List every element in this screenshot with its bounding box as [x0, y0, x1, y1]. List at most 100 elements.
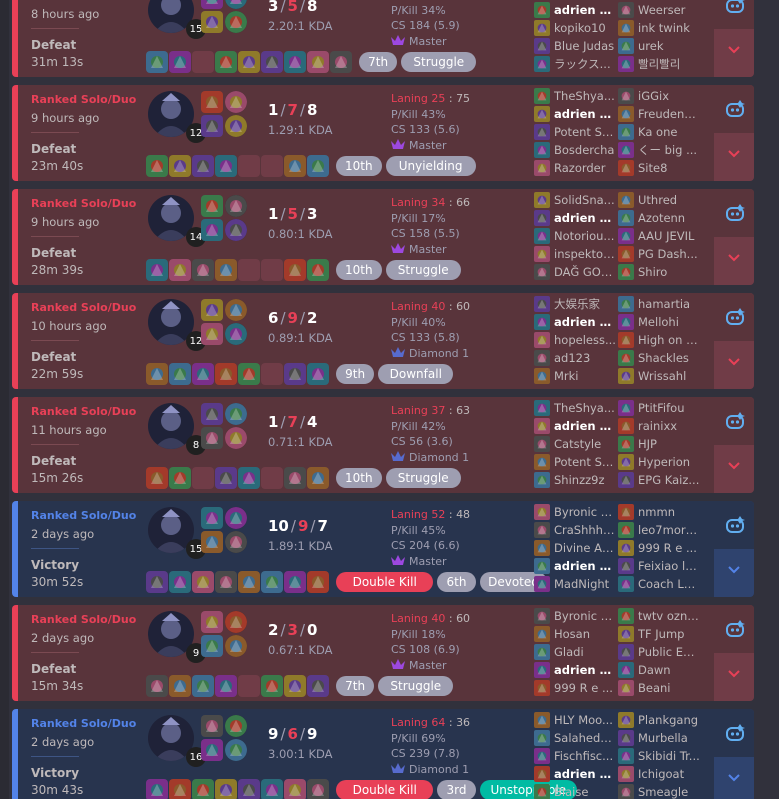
player-name[interactable]: adrien ag... [554, 767, 616, 781]
item-slot[interactable] [284, 675, 306, 697]
item-slot[interactable] [284, 259, 306, 281]
player-name[interactable]: Hosan [554, 627, 616, 641]
item-slot[interactable] [192, 259, 214, 281]
player-name[interactable]: Plankgang [638, 713, 700, 727]
player-entry[interactable]: TF Jump [618, 625, 700, 643]
ai-robot-icon[interactable] [724, 619, 746, 639]
player-entry[interactable]: DAĞ GOR... [534, 263, 616, 281]
item-slot[interactable] [284, 155, 306, 177]
item-slot[interactable] [307, 51, 329, 73]
player-entry[interactable]: adrien ag... [534, 765, 616, 783]
chevron-down-icon[interactable] [726, 145, 742, 158]
ai-robot-icon[interactable] [724, 307, 746, 327]
player-name[interactable]: High on E... [638, 333, 700, 347]
player-name[interactable]: 大娱乐家 [554, 296, 616, 312]
player-name[interactable]: ラックス... [554, 56, 616, 72]
item-slot[interactable] [261, 779, 283, 799]
item-slot[interactable] [261, 363, 283, 385]
player-name[interactable]: ad123 [554, 351, 616, 365]
player-entry[interactable]: Freudenh... [618, 105, 700, 123]
player-name[interactable]: hamartia [638, 297, 700, 311]
ai-robot-icon[interactable] [724, 0, 746, 15]
player-entry[interactable]: Salahedd... [534, 729, 616, 747]
item-slot[interactable] [238, 467, 260, 489]
item-slot[interactable] [307, 467, 329, 489]
player-entry[interactable]: ad123 [534, 349, 616, 367]
item-slot[interactable] [284, 779, 306, 799]
player-entry[interactable]: hamartia [618, 295, 700, 313]
player-entry[interactable]: Blue Judas [534, 37, 616, 55]
chevron-down-icon[interactable] [726, 665, 742, 678]
player-entry[interactable]: kopiko10 [534, 19, 616, 37]
item-slot[interactable] [169, 155, 191, 177]
player-entry[interactable]: leo7morais [618, 521, 700, 539]
player-name[interactable]: Potent St... [554, 125, 616, 139]
player-name[interactable]: AAU JEVIL [638, 229, 700, 243]
player-name[interactable]: adrien ag... [554, 559, 616, 573]
player-entry[interactable]: Hyperion [618, 453, 700, 471]
player-name[interactable]: 999 R e ... [638, 541, 700, 555]
player-name[interactable]: Ichigoat [638, 767, 700, 781]
player-entry[interactable]: Uthred [618, 191, 700, 209]
player-entry[interactable]: MadNight [534, 575, 616, 593]
player-entry[interactable]: 999 R e ... [534, 679, 616, 697]
ai-robot-icon[interactable] [724, 411, 746, 431]
item-slot[interactable] [146, 155, 168, 177]
player-entry[interactable]: Dawn [618, 661, 700, 679]
player-name[interactable]: TheShya... [554, 401, 616, 415]
item-slot[interactable] [307, 779, 329, 799]
player-name[interactable]: Smeagle [638, 785, 700, 799]
player-name[interactable]: Mellohi [638, 315, 700, 329]
player-entry[interactable]: Mrki [534, 367, 616, 385]
item-slot[interactable] [146, 259, 168, 281]
match-card[interactable]: Ranked Solo/Duo 10 hours ago Defeat 22m 59s… [12, 293, 754, 389]
player-name[interactable]: PG Dash... [638, 247, 700, 261]
player-name[interactable]: Dawn [638, 663, 700, 677]
player-name[interactable]: Byronic H... [554, 609, 616, 623]
player-entry[interactable]: Potent St... [534, 123, 616, 141]
item-slot[interactable] [169, 259, 191, 281]
player-entry[interactable]: Beani [618, 679, 700, 697]
player-entry[interactable]: Byronic H... [534, 503, 616, 521]
player-entry[interactable]: PtitFifou [618, 399, 700, 417]
player-entry[interactable]: Shiro [618, 263, 700, 281]
player-entry[interactable]: AAU JEVIL [618, 227, 700, 245]
item-slot[interactable] [169, 51, 191, 73]
player-entry[interactable]: Plankgang [618, 711, 700, 729]
player-name[interactable]: Byronic H... [554, 505, 616, 519]
player-name[interactable]: Feixiao lo... [638, 559, 700, 573]
player-entry[interactable]: adrien ag... [534, 557, 616, 575]
player-name[interactable]: rainixx [638, 419, 700, 433]
player-entry[interactable]: 빨리빨리 [618, 55, 700, 73]
item-slot[interactable] [146, 51, 168, 73]
player-name[interactable]: iGGix [638, 89, 700, 103]
player-entry[interactable]: Bosdercha [534, 141, 616, 159]
player-name[interactable]: 빨리빨리 [638, 56, 700, 72]
item-slot[interactable] [284, 363, 306, 385]
player-name[interactable]: adrien ag... [554, 419, 616, 433]
item-slot[interactable] [146, 779, 168, 799]
player-name[interactable]: Blaise [554, 785, 616, 799]
item-slot[interactable] [238, 259, 260, 281]
player-name[interactable]: DAĞ GOR... [554, 265, 616, 279]
item-slot[interactable] [284, 51, 306, 73]
item-slot[interactable] [238, 571, 260, 593]
player-name[interactable]: Potent St... [554, 455, 616, 469]
item-slot[interactable] [192, 155, 214, 177]
player-name[interactable]: hopeless... [554, 333, 616, 347]
player-entry[interactable]: twtv ozne... [618, 607, 700, 625]
chevron-down-icon[interactable] [726, 561, 742, 574]
item-slot[interactable] [146, 675, 168, 697]
item-slot[interactable] [146, 467, 168, 489]
player-name[interactable]: Wrissahl [638, 369, 700, 383]
item-slot[interactable] [146, 571, 168, 593]
item-slot[interactable] [261, 675, 283, 697]
player-name[interactable]: kopiko10 [554, 21, 616, 35]
player-name[interactable]: adrien ag... [554, 663, 616, 677]
player-entry[interactable]: urek [618, 37, 700, 55]
player-entry[interactable]: Fischfisc... [534, 747, 616, 765]
item-slot[interactable] [215, 571, 237, 593]
player-name[interactable]: Hyperion [638, 455, 700, 469]
item-slot[interactable] [169, 779, 191, 799]
player-name[interactable]: inspektor... [554, 247, 616, 261]
